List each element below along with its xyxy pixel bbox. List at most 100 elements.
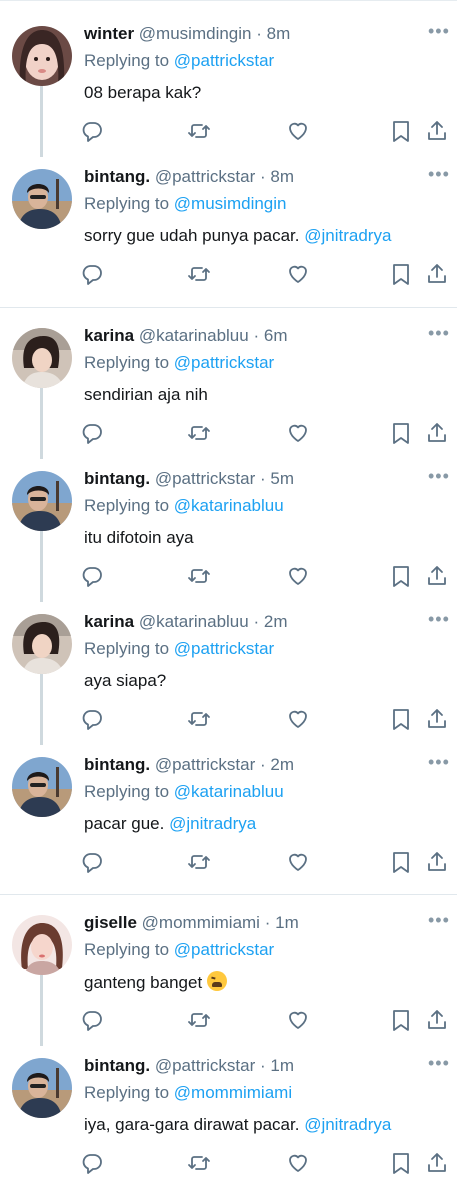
retweet-icon[interactable] xyxy=(187,564,211,588)
retweet-icon[interactable] xyxy=(187,1008,211,1032)
more-icon[interactable]: ••• xyxy=(428,610,450,628)
tweet-body: itu difotoin aya xyxy=(84,528,194,547)
more-icon[interactable]: ••• xyxy=(428,324,450,342)
reply-icon[interactable] xyxy=(80,421,104,445)
share-icon[interactable] xyxy=(425,1008,449,1032)
bookmark-icon[interactable] xyxy=(389,1008,413,1032)
timestamp[interactable]: 1m xyxy=(275,913,299,932)
display-name[interactable]: winter xyxy=(84,24,134,43)
bookmark-icon[interactable] xyxy=(389,707,413,731)
reply-icon[interactable] xyxy=(80,707,104,731)
share-icon[interactable] xyxy=(425,262,449,286)
replying-to-mention[interactable]: @katarinabluu xyxy=(174,782,284,801)
bookmark-icon[interactable] xyxy=(389,262,413,286)
reply-icon[interactable] xyxy=(80,850,104,874)
heart-icon[interactable] xyxy=(286,1008,310,1032)
replying-to-mention[interactable]: @pattrickstar xyxy=(174,353,274,372)
username[interactable]: @katarinabluu xyxy=(139,612,249,631)
timestamp[interactable]: 1m xyxy=(270,1056,294,1075)
replying-to-label: Replying to xyxy=(84,496,170,515)
share-icon[interactable] xyxy=(425,564,449,588)
reply-icon[interactable] xyxy=(80,262,104,286)
tweet-header: karina @katarinabluu · 2m xyxy=(84,612,287,632)
replying-to-mention[interactable]: @pattrickstar xyxy=(174,639,274,658)
retweet-icon[interactable] xyxy=(187,850,211,874)
more-icon[interactable]: ••• xyxy=(428,467,450,485)
retweet-icon[interactable] xyxy=(187,707,211,731)
avatar-giselle[interactable] xyxy=(12,915,72,975)
replying-to-mention[interactable]: @pattrickstar xyxy=(174,51,274,70)
heart-icon[interactable] xyxy=(286,850,310,874)
username[interactable]: @pattrickstar xyxy=(155,167,255,186)
display-name[interactable]: bintang. xyxy=(84,167,150,186)
heart-icon[interactable] xyxy=(286,119,310,143)
separator-dot: · xyxy=(259,469,266,488)
avatar-bintang[interactable] xyxy=(12,1058,72,1118)
bookmark-icon[interactable] xyxy=(389,850,413,874)
display-name[interactable]: bintang. xyxy=(84,755,150,774)
share-icon[interactable] xyxy=(425,1151,449,1175)
replying-to-mention[interactable]: @mommimiami xyxy=(174,1083,292,1102)
replying-to-mention[interactable]: @pattrickstar xyxy=(174,940,274,959)
replying-to-mention[interactable]: @musimdingin xyxy=(174,194,287,213)
more-icon[interactable]: ••• xyxy=(428,911,450,929)
timestamp[interactable]: 2m xyxy=(270,755,294,774)
heart-icon[interactable] xyxy=(286,421,310,445)
replying-to: Replying to @pattrickstar xyxy=(84,639,274,659)
username[interactable]: @pattrickstar xyxy=(155,469,255,488)
tweet-header: giselle @mommimiami · 1m xyxy=(84,913,299,933)
display-name[interactable]: giselle xyxy=(84,913,137,932)
tweet-mention[interactable]: @jnitradrya xyxy=(169,814,256,833)
replying-to-mention[interactable]: @katarinabluu xyxy=(174,496,284,515)
share-icon[interactable] xyxy=(425,421,449,445)
timestamp[interactable]: 5m xyxy=(270,469,294,488)
avatar-winter[interactable] xyxy=(12,26,72,86)
display-name[interactable]: bintang. xyxy=(84,469,150,488)
share-icon[interactable] xyxy=(425,707,449,731)
timestamp[interactable]: 8m xyxy=(267,24,291,43)
conversation-divider xyxy=(0,307,457,308)
username[interactable]: @pattrickstar xyxy=(155,1056,255,1075)
reply-icon[interactable] xyxy=(80,119,104,143)
bookmark-icon[interactable] xyxy=(389,1151,413,1175)
heart-icon[interactable] xyxy=(286,707,310,731)
replying-to: Replying to @katarinabluu xyxy=(84,782,284,802)
retweet-icon[interactable] xyxy=(187,262,211,286)
avatar-karina[interactable] xyxy=(12,614,72,674)
tweet-mention[interactable]: @jnitradrya xyxy=(304,226,391,245)
avatar-bintang[interactable] xyxy=(12,471,72,531)
bookmark-icon[interactable] xyxy=(389,119,413,143)
heart-icon[interactable] xyxy=(286,1151,310,1175)
more-icon[interactable]: ••• xyxy=(428,22,450,40)
reply-icon[interactable] xyxy=(80,1008,104,1032)
reply-icon[interactable] xyxy=(80,564,104,588)
tweet-text: sendirian aja nih xyxy=(84,384,208,406)
username[interactable]: @mommimiami xyxy=(142,913,260,932)
timestamp[interactable]: 8m xyxy=(270,167,294,186)
timestamp[interactable]: 2m xyxy=(264,612,288,631)
retweet-icon[interactable] xyxy=(187,421,211,445)
username[interactable]: @musimdingin xyxy=(139,24,252,43)
username[interactable]: @katarinabluu xyxy=(139,326,249,345)
retweet-icon[interactable] xyxy=(187,119,211,143)
timestamp[interactable]: 6m xyxy=(264,326,288,345)
avatar-bintang[interactable] xyxy=(12,757,72,817)
bookmark-icon[interactable] xyxy=(389,564,413,588)
share-icon[interactable] xyxy=(425,850,449,874)
heart-icon[interactable] xyxy=(286,564,310,588)
more-icon[interactable]: ••• xyxy=(428,165,450,183)
tweet-mention[interactable]: @jnitradrya xyxy=(304,1115,391,1134)
username[interactable]: @pattrickstar xyxy=(155,755,255,774)
avatar-bintang[interactable] xyxy=(12,169,72,229)
more-icon[interactable]: ••• xyxy=(428,1054,450,1072)
more-icon[interactable]: ••• xyxy=(428,753,450,771)
bookmark-icon[interactable] xyxy=(389,421,413,445)
display-name[interactable]: karina xyxy=(84,326,134,345)
display-name[interactable]: karina xyxy=(84,612,134,631)
retweet-icon[interactable] xyxy=(187,1151,211,1175)
avatar-karina[interactable] xyxy=(12,328,72,388)
display-name[interactable]: bintang. xyxy=(84,1056,150,1075)
share-icon[interactable] xyxy=(425,119,449,143)
heart-icon[interactable] xyxy=(286,262,310,286)
reply-icon[interactable] xyxy=(80,1151,104,1175)
